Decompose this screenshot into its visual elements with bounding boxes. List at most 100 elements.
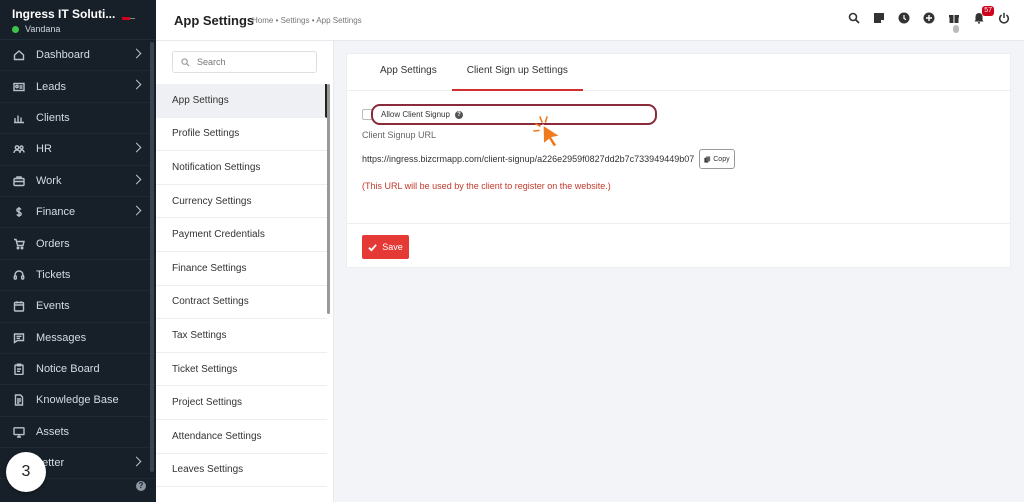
sidebar-item-label: Events — [36, 300, 70, 313]
card-footer: Save — [347, 223, 1010, 269]
settings-menu-item-leaves-settings[interactable]: Leaves Settings — [156, 454, 327, 488]
settings-menu-item-currency-settings[interactable]: Currency Settings — [156, 185, 327, 219]
header-actions: 57 — [846, 6, 1012, 33]
settings-menu-item-finance-settings[interactable]: Finance Settings — [156, 252, 327, 286]
settings-menu-item-project-settings[interactable]: Project Settings — [156, 386, 327, 420]
submenu-scrollbar[interactable] — [327, 84, 330, 314]
sidebar-item-label: Clients — [36, 111, 70, 124]
sidebar-item-assets[interactable]: Assets — [0, 417, 156, 449]
settings-submenu: App SettingsProfile SettingsNotification… — [156, 41, 334, 502]
settings-tabs: App Settings Client Sign up Settings — [347, 54, 1010, 91]
settings-menu-item-attendance-settings[interactable]: Attendance Settings — [156, 420, 327, 454]
copy-label: Copy — [713, 155, 730, 163]
help-icon[interactable]: ? — [136, 481, 146, 491]
gift-icon[interactable] — [946, 10, 962, 33]
sidebar-item-label: Messages — [36, 331, 87, 344]
tab-app-settings[interactable]: App Settings — [365, 54, 452, 91]
settings-menu-item-contract-settings[interactable]: Contract Settings — [156, 286, 327, 320]
step-number-badge: 3 — [6, 452, 46, 492]
people-icon — [12, 143, 25, 156]
copy-url-button[interactable]: Copy — [699, 149, 735, 169]
chevron-right-icon[interactable] — [131, 174, 142, 185]
client-signup-url: https://ingress.bizcrmapp.com/client-sig… — [362, 154, 695, 164]
sidebar-item-events[interactable]: Events — [0, 291, 156, 323]
chart-icon — [12, 111, 25, 124]
notification-bell-icon[interactable]: 57 — [971, 6, 994, 26]
add-circle-icon[interactable] — [921, 10, 937, 26]
cart-icon — [12, 237, 25, 250]
power-icon[interactable] — [996, 10, 1012, 26]
settings-search-box[interactable] — [172, 51, 317, 73]
highlight-annotation — [371, 104, 657, 125]
online-status-dot — [12, 25, 19, 33]
notification-count-badge: 57 — [982, 6, 994, 16]
search-icon — [181, 57, 190, 67]
chevron-right-icon[interactable] — [131, 48, 142, 59]
clock-icon[interactable] — [896, 10, 912, 26]
settings-search-input[interactable] — [197, 57, 307, 67]
sidebar-item-finance[interactable]: Finance — [0, 197, 156, 229]
url-hint-text: (This URL will be used by the client to … — [362, 181, 611, 191]
sidebar-scrollbar[interactable] — [150, 42, 154, 472]
sidebar-item-leads[interactable]: Leads — [0, 71, 156, 103]
sidebar-item-label: Leads — [36, 80, 66, 93]
click-cursor-icon — [533, 116, 562, 148]
save-label: Save — [382, 242, 403, 252]
company-menu-indicator — [122, 17, 135, 20]
settings-menu-item-tax-settings[interactable]: Tax Settings — [156, 319, 327, 353]
chevron-right-icon[interactable] — [131, 142, 142, 153]
tab-client-signup-settings[interactable]: Client Sign up Settings — [451, 54, 583, 91]
pointer-hand-icon — [953, 25, 959, 33]
settings-menu-item-payment-credentials[interactable]: Payment Credentials — [156, 218, 327, 252]
search-icon[interactable] — [846, 10, 862, 26]
document-icon — [12, 394, 25, 407]
breadcrumb: Home • Settings • App Settings — [252, 16, 362, 25]
sidebar-item-messages[interactable]: Messages — [0, 323, 156, 354]
sidebar-item-label: Assets — [36, 425, 70, 438]
settings-menu-item-ticket-settings[interactable]: Ticket Settings — [156, 353, 327, 387]
url-row: https://ingress.bizcrmapp.com/client-sig… — [362, 149, 735, 169]
sticky-note-icon[interactable] — [871, 10, 887, 26]
sidebar-item-hr[interactable]: HR — [0, 134, 156, 166]
sidebar-item-label: Work — [36, 174, 62, 187]
settings-menu-item-app-settings[interactable]: App Settings — [156, 84, 327, 118]
sidebar-item-orders[interactable]: Orders — [0, 228, 156, 260]
sidebar-item-notice-board[interactable]: Notice Board — [0, 354, 156, 386]
copy-icon — [704, 155, 711, 163]
chevron-right-icon[interactable] — [131, 205, 142, 216]
dollar-icon — [12, 206, 25, 219]
sidebar-item-dashboard[interactable]: Dashboard — [0, 40, 156, 72]
settings-menu-item-profile-settings[interactable]: Profile Settings — [156, 118, 327, 152]
sidebar-item-label: Finance — [36, 206, 76, 219]
chevron-right-icon[interactable] — [131, 456, 142, 467]
user-name: Vandana — [25, 24, 61, 34]
sidebar-item-label: Notice Board — [36, 363, 100, 376]
sidebar-item-work[interactable]: Work — [0, 166, 156, 197]
top-header: App Settings Home • Settings • App Setti… — [156, 0, 1024, 41]
check-icon — [368, 243, 378, 252]
main-sidebar: Ingress IT Soluti... Vandana Dashboard Le… — [0, 0, 156, 502]
sidebar-nav: Dashboard Leads Clients HR Work Finance Orders… — [0, 40, 156, 480]
sidebar-item-label: HR — [36, 143, 52, 156]
id-card-icon — [12, 80, 25, 93]
monitor-icon — [12, 425, 25, 438]
user-status: Vandana — [12, 24, 156, 34]
briefcase-icon — [12, 174, 25, 187]
sidebar-item-tickets[interactable]: Tickets — [0, 260, 156, 292]
sidebar-item-knowledge-base[interactable]: Knowledge Base — [0, 385, 156, 417]
sidebar-item-label: Tickets — [36, 268, 71, 281]
client-signup-settings-card: App Settings Client Sign up Settings All… — [346, 53, 1011, 268]
sidebar-item-clients[interactable]: Clients — [0, 103, 156, 135]
sidebar-header[interactable]: Ingress IT Soluti... Vandana — [0, 0, 156, 40]
sidebar-item-label: Orders — [36, 237, 70, 250]
settings-menu-item-notification-settings[interactable]: Notification Settings — [156, 151, 327, 185]
calendar-icon — [12, 300, 25, 313]
save-button[interactable]: Save — [362, 235, 409, 259]
settings-menu-list: App Settings Profile Settings Notification… — [156, 84, 327, 488]
headset-icon — [12, 268, 25, 281]
home-icon — [12, 49, 25, 62]
chevron-right-icon[interactable] — [131, 79, 142, 90]
clipboard-icon — [12, 363, 25, 376]
sidebar-item-label: Dashboard — [36, 49, 90, 62]
page-title: App Settings — [174, 13, 255, 28]
